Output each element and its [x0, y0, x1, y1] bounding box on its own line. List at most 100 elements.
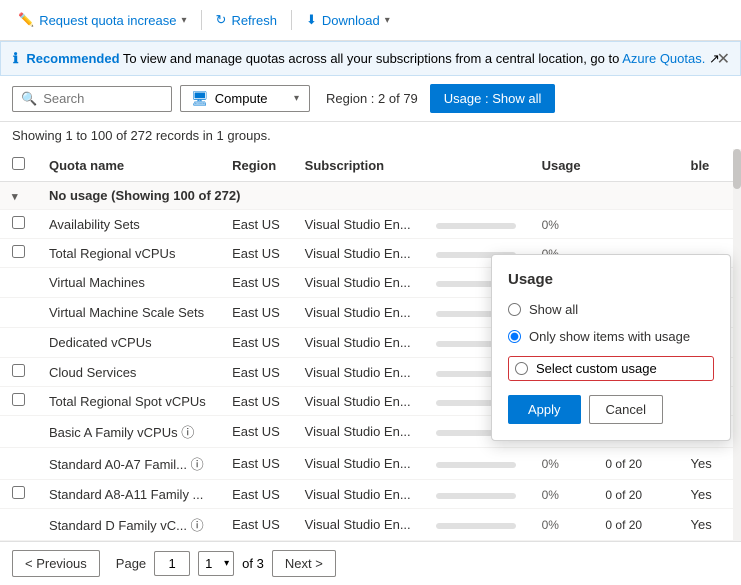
count-cell: 0 of 20 — [593, 448, 678, 480]
bar-cell — [424, 210, 529, 239]
refresh-icon: ↻ — [216, 12, 227, 28]
group-header-row: ▾ No usage (Showing 100 of 272) — [0, 182, 741, 210]
info-icon: ℹ — [13, 50, 18, 67]
region-cell: East US — [220, 387, 293, 416]
subscription-cell: Visual Studio En... — [293, 298, 425, 328]
region-cell: East US — [220, 448, 293, 480]
row-checkbox[interactable] — [12, 364, 25, 377]
count-cell — [593, 210, 678, 239]
compute-icon: 🖥 — [191, 90, 209, 107]
previous-btn[interactable]: < Previous — [12, 550, 100, 577]
show-all-radio[interactable] — [508, 303, 521, 316]
radio-show-with-usage[interactable]: Only show items with usage — [508, 329, 714, 344]
usage-filter-btn[interactable]: Usage : Show all — [430, 84, 556, 113]
group-header-label: No usage (Showing 100 of 272) — [37, 182, 741, 210]
ble-cell: Yes — [679, 480, 741, 509]
radio-show-all[interactable]: Show all — [508, 302, 714, 317]
col-region: Region — [220, 149, 293, 182]
custom-usage-radio[interactable] — [515, 362, 528, 375]
apply-btn[interactable]: Apply — [508, 395, 581, 424]
refresh-btn[interactable]: ↻ Refresh — [210, 8, 283, 32]
bar-cell — [424, 448, 529, 480]
next-btn[interactable]: Next > — [272, 550, 336, 577]
cancel-btn[interactable]: Cancel — [589, 395, 663, 424]
search-input[interactable] — [43, 91, 163, 106]
quota-name-cell: Standard A0-A7 Famil... ⓘ — [37, 448, 220, 480]
table-row: Availability Sets East US Visual Studio … — [0, 210, 741, 239]
toolbar: ✏️ Request quota increase ▾ ↻ Refresh ⬇ … — [0, 0, 741, 41]
subscription-cell: Visual Studio En... — [293, 328, 425, 358]
show-all-label: Show all — [529, 302, 578, 317]
pct-cell: 0% — [530, 210, 594, 239]
col-quota-name: Quota name — [37, 149, 220, 182]
ble-cell: Yes — [679, 448, 741, 480]
show-usage-radio[interactable] — [508, 330, 521, 343]
show-usage-label: Only show items with usage — [529, 329, 690, 344]
records-text: Showing 1 to 100 of 272 records in 1 gro… — [12, 128, 271, 143]
previous-label: < Previous — [25, 556, 87, 571]
subscription-cell: Visual Studio En... — [293, 210, 425, 239]
compute-dropdown[interactable]: 🖥 Compute ▾ — [180, 85, 310, 112]
row-checkbox-cell — [0, 358, 37, 387]
count-cell: 0 of 20 — [593, 480, 678, 509]
custom-usage-label: Select custom usage — [536, 361, 657, 376]
row-checkbox-cell — [0, 239, 37, 268]
quota-name-cell: Total Regional Spot vCPUs — [37, 387, 220, 416]
page-input[interactable] — [154, 551, 190, 576]
col-usage-bar — [424, 149, 529, 182]
request-quota-btn[interactable]: ✏️ Request quota increase ▾ — [12, 8, 193, 32]
region-cell: East US — [220, 358, 293, 387]
table-row: Standard A8-A11 Family ... East US Visua… — [0, 480, 741, 509]
table-container: Quota name Region Subscription Usage ble… — [0, 149, 741, 541]
page-select-wrapper: 1 2 3 ▾ — [198, 551, 234, 576]
col-usage-pct: Usage — [530, 149, 594, 182]
search-box[interactable]: 🔍 — [12, 86, 172, 112]
row-checkbox[interactable] — [12, 245, 25, 258]
bar-cell — [424, 480, 529, 509]
page-select[interactable]: 1 2 3 — [198, 551, 234, 576]
azure-quotas-link[interactable]: Azure Quotas. — [622, 51, 705, 66]
row-checkbox[interactable] — [12, 393, 25, 406]
ble-cell: Yes — [679, 509, 741, 541]
region-cell: East US — [220, 480, 293, 509]
download-btn[interactable]: ⬇ Download ▾ — [300, 8, 396, 32]
count-cell: 0 of 20 — [593, 509, 678, 541]
subscription-cell: Visual Studio En... — [293, 480, 425, 509]
row-checkbox-cell — [0, 480, 37, 509]
region-cell: East US — [220, 328, 293, 358]
subscription-cell: Visual Studio En... — [293, 416, 425, 448]
compute-label: Compute — [215, 91, 268, 106]
quota-name-cell: Virtual Machine Scale Sets — [37, 298, 220, 328]
banner-close-btn[interactable]: ✕ — [717, 49, 730, 69]
subscription-cell: Visual Studio En... — [293, 448, 425, 480]
scroll-thumb[interactable] — [733, 149, 741, 189]
col-checkbox — [0, 149, 37, 182]
quota-name-cell: Basic A Family vCPUs ⓘ — [37, 416, 220, 448]
filter-bar: 🔍 🖥 Compute ▾ Region : 2 of 79 Usage : S… — [0, 76, 741, 122]
quota-name-cell: Availability Sets — [37, 210, 220, 239]
separator1 — [201, 10, 202, 30]
dropdown-title: Usage — [508, 271, 714, 288]
next-label: Next > — [285, 556, 323, 571]
download-label: Download — [322, 13, 380, 28]
info-banner: ℹ Recommended To view and manage quotas … — [0, 41, 741, 76]
subscription-cell: Visual Studio En... — [293, 268, 425, 298]
request-chevron-icon: ▾ — [182, 15, 187, 26]
region-cell: East US — [220, 210, 293, 239]
refresh-label: Refresh — [231, 13, 277, 28]
region-cell: East US — [220, 509, 293, 541]
select-all-checkbox[interactable] — [12, 157, 25, 170]
subscription-cell: Visual Studio En... — [293, 358, 425, 387]
ble-cell — [679, 210, 741, 239]
row-checkbox[interactable] — [12, 216, 25, 229]
subscription-cell: Visual Studio En... — [293, 509, 425, 541]
quota-name-cell: Total Regional vCPUs — [37, 239, 220, 268]
custom-usage-option[interactable]: Select custom usage — [508, 356, 714, 381]
col-ble: ble — [679, 149, 741, 182]
page-label: Page — [116, 556, 146, 571]
dropdown-actions: Apply Cancel — [508, 395, 714, 424]
quota-name-cell: Standard A8-A11 Family ... — [37, 480, 220, 509]
region-cell: East US — [220, 298, 293, 328]
subscription-cell: Visual Studio En... — [293, 239, 425, 268]
row-checkbox[interactable] — [12, 486, 25, 499]
